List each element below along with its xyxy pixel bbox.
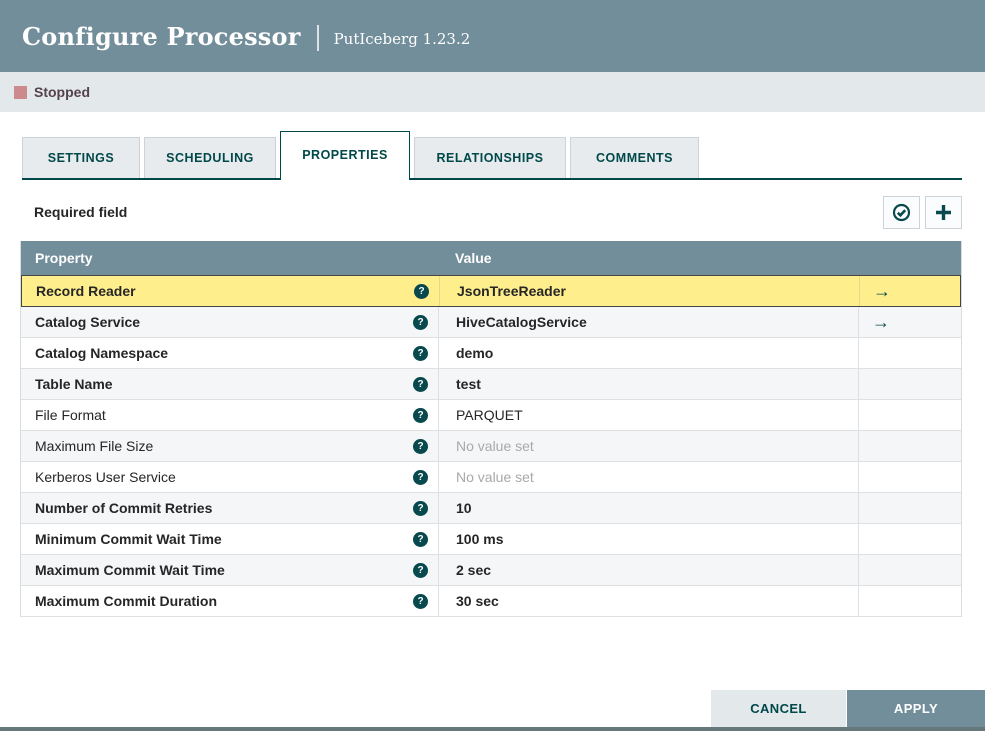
tab-comments-label: COMMENTS [596,151,673,165]
property-name: Number of Commit Retries [35,500,213,516]
tab-settings[interactable]: SETTINGS [22,137,140,178]
help-icon[interactable]: ? [413,593,428,609]
table-row[interactable]: Kerberos User Service? No value set [21,462,961,493]
help-icon[interactable]: ? [414,283,429,299]
property-value: JsonTreeReader [457,283,566,299]
tab-comments[interactable]: COMMENTS [570,137,699,178]
property-name: Maximum Commit Wait Time [35,562,225,578]
column-header-property: Property [35,250,93,266]
processor-type-version: PutIceberg 1.23.2 [333,30,471,48]
property-name: Minimum Commit Wait Time [35,531,222,547]
dialog-header: Configure Processor PutIceberg 1.23.2 [0,0,985,72]
property-name: Maximum Commit Duration [35,593,218,609]
status-bar: Stopped [0,72,985,112]
table-row[interactable]: Maximum File Size? No value set [21,431,961,462]
table-row[interactable]: Number of Commit Retries? 10 [21,493,961,524]
property-value: test [456,376,481,392]
tab-scheduling-label: SCHEDULING [166,151,254,165]
property-value: No value set [456,438,534,454]
title-separator [316,25,319,51]
column-header-value: Value [455,250,492,266]
tab-scheduling[interactable]: SCHEDULING [144,137,276,178]
help-icon[interactable]: ? [413,376,428,392]
background-canvas-edge [0,727,985,731]
tab-properties-label: PROPERTIES [302,148,388,162]
table-row[interactable]: File Format? PARQUET [21,400,961,431]
table-row[interactable]: Maximum Commit Duration? 30 sec [21,586,961,617]
help-icon[interactable]: ? [413,531,428,547]
table-row[interactable]: Table Name? test [21,369,961,400]
status-label: Stopped [34,84,90,100]
table-row[interactable]: Minimum Commit Wait Time? 100 ms [21,524,961,555]
help-icon[interactable]: ? [413,562,428,578]
property-value: 30 sec [456,593,499,609]
property-name: Catalog Service [35,314,141,330]
property-value: No value set [456,469,534,485]
property-name: File Format [35,407,106,423]
dialog-footer: CANCEL APPLY [711,690,985,727]
add-property-button[interactable] [925,195,962,229]
property-name: Catalog Namespace [35,345,169,361]
tab-settings-label: SETTINGS [47,151,115,165]
properties-toolbar: Required field [22,194,962,230]
tab-relationships[interactable]: RELATIONSHIPS [414,137,566,178]
apply-button[interactable]: APPLY [847,690,985,727]
dialog-title: Configure Processor [22,21,301,51]
stopped-status-icon [14,85,27,99]
property-value: 10 [456,500,472,516]
properties-table: Property Value Record Reader? JsonTreeRe… [20,241,962,617]
property-name: Maximum File Size [35,438,154,454]
check-circle-icon [892,203,911,222]
help-icon[interactable]: ? [413,407,428,423]
property-value: 2 sec [456,562,492,578]
help-icon[interactable]: ? [413,500,428,516]
cancel-button[interactable]: CANCEL [711,690,846,727]
required-field-legend: Required field [34,204,128,220]
property-value: 100 ms [456,531,504,547]
property-value: demo [456,345,494,361]
property-value: PARQUET [456,407,523,423]
help-icon[interactable]: ? [413,469,428,485]
tab-properties[interactable]: PROPERTIES [280,131,410,180]
go-to-service-arrow-icon[interactable]: → [872,313,890,331]
table-row[interactable]: Catalog Namespace? demo [21,338,961,369]
verify-properties-button[interactable] [883,195,920,229]
property-name: Table Name [35,376,113,392]
help-icon[interactable]: ? [413,314,428,330]
toolbar-buttons [883,195,962,229]
plus-icon [935,204,952,221]
table-header-row: Property Value [21,241,961,275]
property-name: Kerberos User Service [35,469,176,485]
help-icon[interactable]: ? [413,345,428,361]
table-row[interactable]: Record Reader? JsonTreeReader → [21,275,961,307]
table-row[interactable]: Catalog Service? HiveCatalogService → [21,307,961,338]
property-name: Record Reader [36,283,136,299]
table-row[interactable]: Maximum Commit Wait Time? 2 sec [21,555,961,586]
go-to-service-arrow-icon[interactable]: → [873,282,891,300]
property-value: HiveCatalogService [456,314,587,330]
tab-bar: SETTINGS SCHEDULING PROPERTIES RELATIONS… [22,131,962,180]
help-icon[interactable]: ? [413,438,428,454]
tab-relationships-label: RELATIONSHIPS [436,151,544,165]
